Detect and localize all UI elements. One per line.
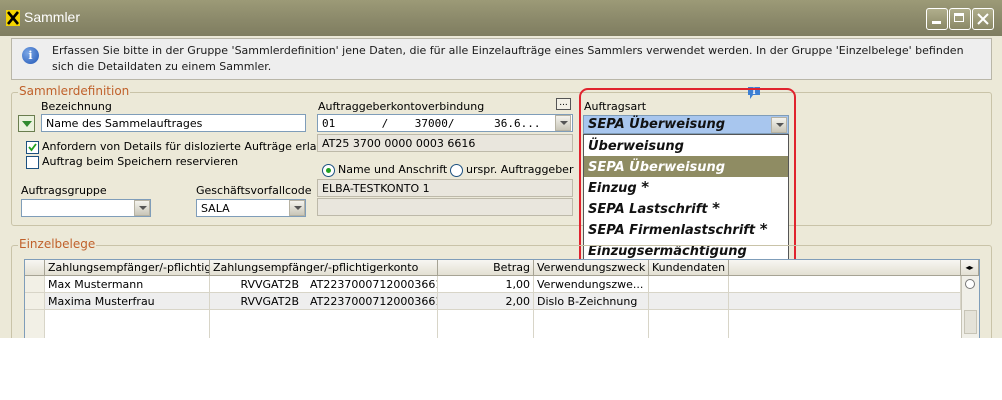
column-header[interactable]: Zahlungsempfänger/-pflichtiger: [45, 260, 210, 276]
radio-dot: [326, 168, 331, 173]
raiffeisen-logo-icon: [6, 10, 20, 26]
geschaeftsvorfallcode-dropdown-icon[interactable]: [289, 200, 305, 216]
scroll-circle-icon[interactable]: [965, 279, 975, 289]
table-row-empty[interactable]: [25, 310, 961, 338]
cell-zweck: Verwendungszwe...: [534, 276, 649, 293]
cell-empty: [729, 293, 961, 310]
cell-name: Maxima Musterfrau: [45, 293, 210, 310]
cell-bic: RVVGAT2B: [210, 293, 302, 310]
cell-bic: RVVGAT2B: [210, 276, 302, 293]
sammlerdefinition-legend: Sammlerdefinition: [18, 84, 131, 98]
column-header[interactable]: Betrag: [438, 260, 534, 276]
cell-empty: [729, 276, 961, 293]
urspr-auftraggeber-radio[interactable]: [450, 164, 463, 177]
einzelbelege-legend: Einzelbelege: [18, 237, 97, 251]
name-anschrift-label: Name und Anschrift: [338, 163, 448, 176]
cell-empty: [649, 310, 729, 338]
row-header-corner: [25, 260, 45, 276]
name-anschrift-radio[interactable]: [322, 164, 335, 177]
bezeichnung-label: Bezeichnung: [41, 100, 112, 113]
row-marker: [25, 310, 45, 338]
kontoverbindung-select[interactable]: 01 / 37000/ 36.6...: [317, 114, 573, 132]
cell-empty: [45, 310, 210, 338]
cell-iban: AT223700071200036616: [302, 293, 438, 310]
column-header[interactable]: Kundendaten: [649, 260, 729, 276]
maximize-button[interactable]: [949, 8, 971, 30]
geschaeftsvorfallcode-label: Geschäftsvorfallcode: [196, 184, 312, 197]
info-icon: i: [22, 47, 39, 64]
cell-betrag: 2,00: [438, 293, 534, 310]
kontoverbindung-dropdown-icon[interactable]: [555, 115, 571, 131]
column-header-empty: [729, 260, 961, 276]
highlight-outline: [579, 88, 796, 270]
anfordern-checkbox[interactable]: [26, 141, 39, 154]
cell-kundendaten: [649, 293, 729, 310]
cell-empty: [302, 310, 438, 338]
urspr-auftraggeber-label: urspr. Auftraggeber: [466, 163, 574, 176]
minimize-button[interactable]: [926, 8, 948, 30]
auftragsgruppe-dropdown-icon[interactable]: [134, 200, 150, 216]
anfordern-label: Anfordern von Details für dislozierte Au…: [42, 140, 345, 153]
expand-button[interactable]: [18, 115, 35, 132]
column-header[interactable]: Verwendungszweck: [534, 260, 649, 276]
table-row[interactable]: Max Mustermann RVVGAT2B AT22370007120003…: [25, 276, 961, 293]
column-header[interactable]: Zahlungsempfänger/-pflichtigerkonto: [210, 260, 438, 276]
checkmark-icon: [28, 143, 37, 152]
name-field: ELBA-TESTKONTO 1: [317, 179, 573, 197]
more-button[interactable]: ...: [556, 98, 571, 110]
reservieren-checkbox[interactable]: [26, 156, 39, 169]
cell-zweck: Dislo B-Zeichnung: [534, 293, 649, 310]
auftragsgruppe-label: Auftragsgruppe: [21, 184, 107, 197]
title-bar: Sammler: [0, 0, 1002, 36]
column-scroll-icon[interactable]: ◂▸: [961, 260, 979, 276]
bezeichnung-input[interactable]: Name des Sammelauftrages: [41, 114, 306, 132]
row-marker: [25, 293, 45, 310]
info-panel: i Erfassen Sie bitte in der Gruppe 'Samm…: [11, 38, 992, 80]
cell-kundendaten: [649, 276, 729, 293]
cell-betrag: 1,00: [438, 276, 534, 293]
cell-name: Max Mustermann: [45, 276, 210, 293]
chevron-down-icon: [22, 121, 32, 127]
cell-iban: AT223700071200036616: [302, 276, 438, 293]
window-title: Sammler: [24, 9, 81, 25]
kontoverbindung-label: Auftraggeberkontoverbindung: [318, 100, 485, 113]
iban-field: AT25 3700 0000 0003 6616: [317, 134, 573, 152]
close-icon: [977, 13, 989, 25]
cell-empty: [438, 310, 534, 338]
row-marker: [25, 276, 45, 293]
einzelbelege-table: Zahlungsempfänger/-pflichtiger Zahlungse…: [24, 259, 980, 338]
scrollbar-thumb[interactable]: [964, 310, 977, 334]
close-button[interactable]: [972, 8, 994, 30]
auftragsgruppe-select[interactable]: [21, 199, 151, 217]
vertical-scrollbar[interactable]: [961, 276, 979, 338]
info-text: Erfassen Sie bitte in der Gruppe 'Sammle…: [52, 44, 964, 73]
address-field: [317, 198, 573, 216]
table-row[interactable]: Maxima Musterfrau RVVGAT2B AT22370007120…: [25, 293, 961, 310]
sammler-window: Sammler i Erfassen Sie bitte in der Grup…: [0, 0, 1002, 338]
cell-empty: [534, 310, 649, 338]
reservieren-label: Auftrag beim Speichern reservieren: [42, 155, 239, 168]
